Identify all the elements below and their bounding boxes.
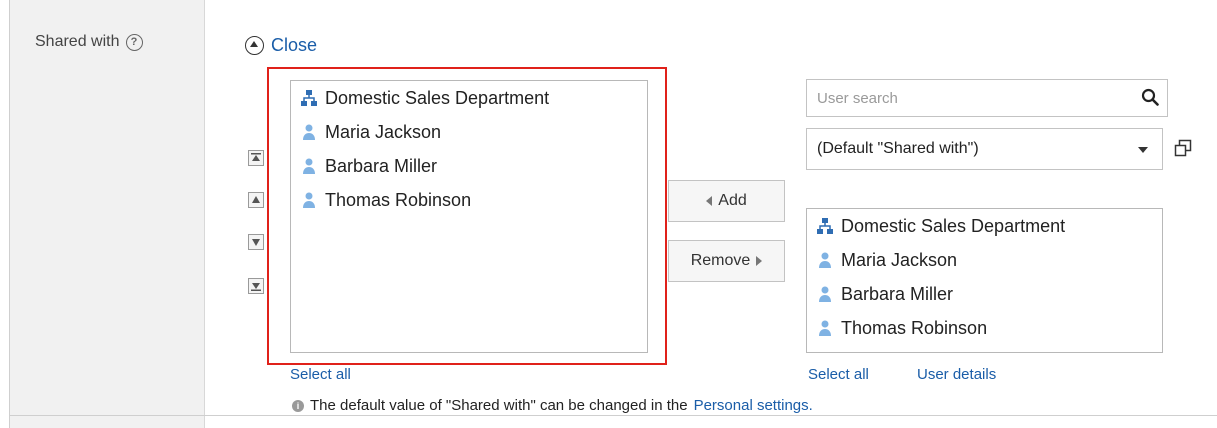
remove-button-label: Remove (690, 252, 751, 269)
remove-button[interactable]: Remove (668, 240, 785, 282)
move-top-icon[interactable] (248, 150, 264, 166)
label-column (10, 0, 205, 428)
dropdown-selected-value: (Default "Shared with") (817, 140, 979, 157)
user-details-link[interactable]: User details (917, 366, 996, 383)
close-link[interactable]: Close (271, 35, 317, 56)
user-search-box (806, 79, 1168, 117)
candidate-list[interactable]: Domestic Sales Department Maria Jackson … (806, 208, 1163, 353)
field-label-text: Shared with (35, 33, 120, 50)
move-bottom-icon[interactable] (248, 278, 264, 294)
chevron-down-icon (1138, 147, 1148, 153)
search-icon[interactable] (1141, 88, 1159, 111)
field-label: Shared with ? (35, 33, 143, 51)
note-text: The default value of "Shared with" can b… (310, 397, 688, 414)
info-icon: i (292, 399, 304, 412)
default-note: i The default value of "Shared with" can… (292, 397, 813, 414)
copy-icon[interactable] (1174, 139, 1192, 162)
question-circle-icon[interactable]: ? (125, 33, 143, 51)
search-input[interactable] (807, 80, 1127, 116)
highlight-frame (267, 67, 667, 365)
arrow-left-icon (706, 196, 713, 206)
personal-settings-link[interactable]: Personal settings. (694, 397, 813, 414)
close-toggle[interactable]: Close (245, 35, 317, 56)
user-icon (815, 284, 835, 304)
move-down-icon[interactable] (248, 234, 264, 250)
add-button-label: Add (718, 192, 747, 209)
list-item[interactable]: Barbara Miller (807, 277, 1162, 311)
list-item-label: Barbara Miller (841, 283, 954, 304)
list-item[interactable]: Thomas Robinson (807, 311, 1162, 345)
list-item[interactable]: Maria Jackson (807, 243, 1162, 277)
add-button[interactable]: Add (668, 180, 785, 222)
list-item-label: Domestic Sales Department (841, 215, 1066, 236)
arrow-right-icon (756, 256, 763, 266)
row-divider (10, 415, 1217, 416)
list-item[interactable]: Domestic Sales Department (807, 209, 1162, 243)
list-item-label: Thomas Robinson (841, 317, 988, 338)
shared-with-dropdown[interactable]: (Default "Shared with") (806, 128, 1163, 170)
circle-chevron-up-icon (245, 36, 264, 55)
user-icon (815, 318, 835, 338)
list-item-label: Maria Jackson (841, 249, 958, 270)
org-chart-icon (815, 216, 835, 236)
select-all-left-link[interactable]: Select all (290, 366, 351, 383)
user-icon (815, 250, 835, 270)
select-all-right-link[interactable]: Select all (808, 366, 869, 383)
move-up-icon[interactable] (248, 192, 264, 208)
